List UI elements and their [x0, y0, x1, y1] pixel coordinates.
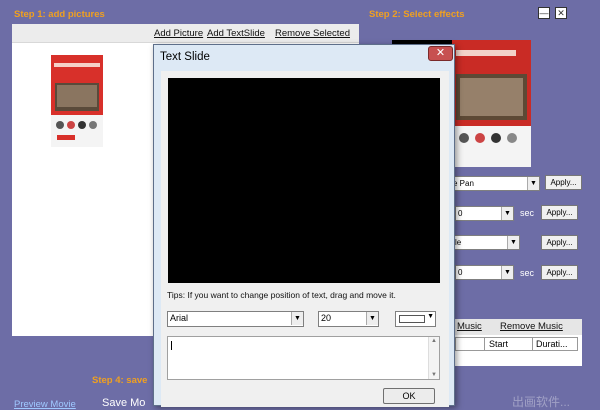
scroll-up-icon[interactable]: ▲ [431, 338, 437, 344]
remove-music-link[interactable]: Remove Music [500, 321, 563, 332]
dialog-body: Tips: If you want to change position of … [161, 71, 449, 407]
effect2-select[interactable]: le ▼ [452, 235, 520, 250]
duration1-unit: sec [520, 208, 535, 218]
slide-text-input[interactable]: ▲ ▼ [167, 336, 440, 380]
add-textslide-link[interactable]: Add TextSlide [207, 28, 265, 39]
chevron-down-icon: ▼ [291, 312, 303, 325]
step4-title: Step 4: save [92, 375, 148, 386]
minimize-button[interactable]: — [538, 7, 550, 19]
chevron-down-icon: ▼ [507, 236, 519, 249]
chevron-down-icon: ▼ [427, 313, 434, 320]
text-preview-canvas[interactable] [168, 78, 440, 283]
apply-duration2-button[interactable]: Apply... [541, 265, 578, 280]
scroll-down-icon[interactable]: ▼ [431, 372, 437, 378]
remove-selected-link[interactable]: Remove Selected [275, 28, 350, 39]
apply-duration1-button[interactable]: Apply... [541, 205, 578, 220]
transition-value: e Pan [453, 179, 474, 188]
text-color-picker[interactable]: ▼ [395, 311, 436, 327]
text-slide-dialog: Text Slide ✕ Tips: If you want to change… [153, 44, 455, 407]
chevron-down-icon: ▼ [501, 207, 513, 220]
duration1-value: 0 [458, 209, 463, 218]
duration2-select[interactable]: 0 ▼ [455, 265, 514, 280]
music-toolbar: Music Remove Music [452, 319, 582, 335]
text-scrollbar[interactable]: ▲ ▼ [428, 337, 439, 379]
picture-thumbnail[interactable] [51, 55, 103, 147]
column-start[interactable]: Start [489, 339, 508, 349]
chevron-down-icon: ▼ [527, 177, 539, 190]
duration2-value: 0 [458, 268, 463, 277]
tips-text: Tips: If you want to change position of … [167, 290, 396, 300]
save-movie-button[interactable]: Save Mo [102, 397, 145, 409]
chevron-down-icon: ▼ [501, 266, 513, 279]
preview-image [452, 40, 531, 167]
apply-transition-button[interactable]: Apply... [545, 175, 582, 190]
pictures-toolbar: Add Picture Add TextSlide Remove Selecte… [12, 24, 359, 43]
duration2-unit: sec [520, 268, 535, 278]
font-size-select[interactable]: 20 ▼ [318, 311, 379, 327]
color-swatch [399, 315, 425, 323]
font-size-value: 20 [321, 313, 332, 323]
dialog-title: Text Slide [160, 51, 210, 63]
transition-select[interactable]: e Pan ▼ [450, 176, 540, 191]
font-select[interactable]: Arial ▼ [167, 311, 304, 327]
ok-button[interactable]: OK [383, 388, 435, 404]
column-divider[interactable] [484, 338, 485, 350]
step2-title: Step 2: Select effects [369, 9, 465, 20]
text-caret [171, 341, 172, 350]
step1-title: Step 1: add pictures [14, 9, 105, 20]
effect2-value: le [455, 238, 462, 247]
dialog-close-button[interactable]: ✕ [428, 46, 453, 61]
music-table-header: Start Durati... [455, 337, 578, 351]
add-music-link[interactable]: Music [457, 321, 482, 332]
chevron-down-icon: ▼ [366, 312, 378, 325]
duration1-select[interactable]: 0 ▼ [455, 206, 514, 221]
add-picture-link[interactable]: Add Picture [154, 28, 203, 39]
watermark-text: 出画软件... [512, 395, 571, 409]
column-divider[interactable] [532, 338, 533, 350]
preview-movie-link[interactable]: Preview Movie [14, 399, 76, 410]
font-value: Arial [170, 313, 189, 323]
apply-effect2-button[interactable]: Apply... [541, 235, 578, 250]
close-window-button[interactable]: ✕ [555, 7, 567, 19]
column-duration[interactable]: Durati... [536, 339, 568, 349]
